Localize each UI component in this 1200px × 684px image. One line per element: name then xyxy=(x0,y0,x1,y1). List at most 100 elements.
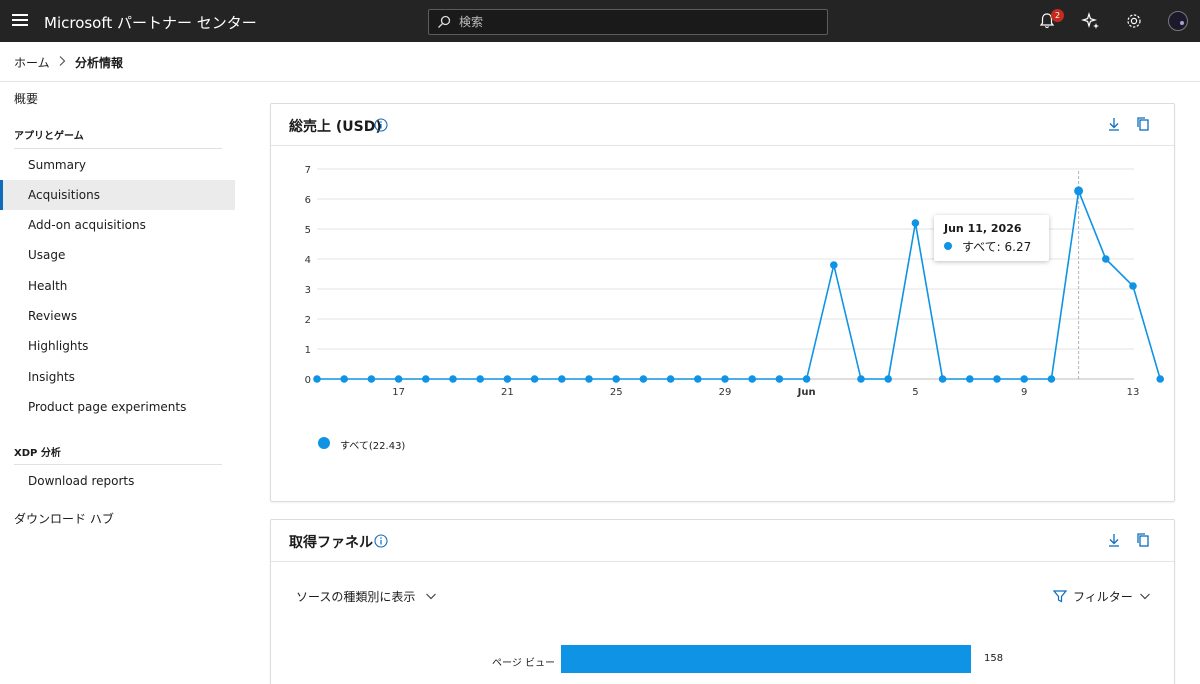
data-point xyxy=(748,375,756,383)
breadcrumb-current: 分析情報 xyxy=(75,56,124,70)
sidebar-item-add-on-acquisitions[interactable]: Add-on acquisitions xyxy=(0,210,235,240)
data-point xyxy=(830,261,838,269)
data-point xyxy=(938,375,947,383)
download-icon[interactable] xyxy=(1106,532,1122,548)
data-point xyxy=(884,375,892,383)
y-tick-label: 6 xyxy=(305,195,311,206)
data-point xyxy=(530,375,539,383)
source-type-label: ソースの種類別に表示 xyxy=(296,590,416,604)
funnel-card-title: 取得ファネル xyxy=(289,535,373,551)
chevron-down-icon xyxy=(426,593,437,600)
breadcrumb-home-link[interactable]: ホーム xyxy=(14,54,50,71)
legend-label: すべて(22.43) xyxy=(340,441,406,452)
funnel-card-header: 取得ファネル xyxy=(271,520,1174,562)
x-tick-label: 17 xyxy=(392,387,405,398)
data-point xyxy=(340,375,348,383)
funnel-card: 取得ファネル ソースの種類別に表示 フィルター ページ ビュー 158 xyxy=(270,519,1175,684)
chevron-down-icon xyxy=(1139,593,1150,600)
sidebar-item-download-reports[interactable]: Download reports xyxy=(0,466,235,496)
app-title[interactable]: Microsoft パートナー センター xyxy=(44,12,257,33)
data-point xyxy=(694,375,702,383)
sidebar: 概要 アプリとゲーム Summary Acquisitions Add-on a… xyxy=(0,82,240,684)
data-point xyxy=(966,375,974,383)
data-point xyxy=(422,375,430,383)
data-point xyxy=(1020,375,1028,383)
sidebar-group-apps: アプリとゲーム xyxy=(14,131,84,142)
data-point xyxy=(1129,282,1137,290)
x-tick-label: 13 xyxy=(1127,387,1140,398)
search-box[interactable] xyxy=(428,9,828,35)
divider xyxy=(14,464,222,465)
y-tick-label: 3 xyxy=(305,285,311,296)
data-point xyxy=(639,375,648,383)
sidebar-item-acquisitions[interactable]: Acquisitions xyxy=(0,180,235,210)
hamburger-menu-icon[interactable] xyxy=(12,14,28,28)
tooltip-series-dot xyxy=(944,242,952,250)
revenue-card-title: 総売上 (USD) xyxy=(289,119,382,135)
y-tick-label: 2 xyxy=(305,315,311,326)
info-icon[interactable] xyxy=(374,118,388,132)
data-point xyxy=(585,375,593,383)
tooltip-date: Jun 11, 2026 xyxy=(944,222,1022,235)
sidebar-item-overview[interactable]: 概要 xyxy=(14,90,38,107)
sidebar-item-highlights[interactable]: Highlights xyxy=(0,331,235,361)
data-point xyxy=(313,375,321,383)
funnel-bar-page-views xyxy=(561,645,971,673)
data-point xyxy=(476,375,484,383)
data-point xyxy=(1102,255,1110,263)
funnel-row-label: ページ ビュー xyxy=(492,658,555,669)
data-point xyxy=(666,375,675,383)
sidebar-item-reviews[interactable]: Reviews xyxy=(0,301,235,331)
x-tick-label: 21 xyxy=(501,387,514,398)
sidebar-item-health[interactable]: Health xyxy=(0,271,235,301)
x-tick-label: 9 xyxy=(1021,387,1027,398)
copilot-sparkle-icon[interactable] xyxy=(1081,11,1101,31)
sidebar-item-insights[interactable]: Insights xyxy=(0,362,235,392)
data-point xyxy=(802,375,811,383)
gear-icon[interactable] xyxy=(1124,11,1144,31)
avatar[interactable] xyxy=(1168,11,1188,31)
data-point xyxy=(775,375,784,383)
data-point xyxy=(721,375,729,383)
data-point xyxy=(558,375,566,383)
copy-icon[interactable] xyxy=(1135,116,1151,132)
x-tick-label: 29 xyxy=(719,387,732,398)
filter-label: フィルター xyxy=(1073,590,1133,604)
y-tick-label: 0 xyxy=(305,375,311,386)
y-tick-label: 5 xyxy=(305,225,311,236)
breadcrumb: ホーム 分析情報 xyxy=(0,42,1200,82)
data-point xyxy=(993,375,1001,383)
chart-tooltip: Jun 11, 2026 すべて: 6.27 xyxy=(934,215,1049,261)
data-point xyxy=(1074,186,1084,196)
y-tick-label: 4 xyxy=(305,255,311,266)
download-icon[interactable] xyxy=(1106,116,1122,132)
data-point xyxy=(394,375,403,383)
x-tick-label: 25 xyxy=(610,387,623,398)
data-point xyxy=(1156,375,1164,383)
search-input[interactable] xyxy=(459,15,799,29)
tooltip-value: すべて: 6.27 xyxy=(962,240,1032,254)
revenue-card: 総売上 (USD) 0 1 2 3 4 5 6 7 17 21 25 29 Jun 5 9 13 Jun 11… xyxy=(270,103,1175,502)
sidebar-item-download-hub[interactable]: ダウンロード ハブ xyxy=(14,510,114,527)
filter-icon xyxy=(1052,590,1068,603)
sidebar-group-xdp: XDP 分析 xyxy=(14,448,61,459)
data-point xyxy=(857,375,865,383)
funnel-row-value: 158 xyxy=(984,653,1004,664)
revenue-card-header: 総売上 (USD) xyxy=(271,104,1174,146)
notification-badge: 2 xyxy=(1051,9,1064,22)
sidebar-item-usage[interactable]: Usage xyxy=(0,240,235,270)
data-point xyxy=(612,375,620,383)
search-icon xyxy=(438,15,451,28)
copy-icon[interactable] xyxy=(1135,532,1151,548)
x-tick-label: 5 xyxy=(912,387,918,398)
legend-marker xyxy=(318,437,330,449)
filter-button[interactable]: フィルター xyxy=(1052,588,1151,605)
x-tick-label: Jun xyxy=(797,387,816,398)
data-point xyxy=(449,375,457,383)
sidebar-item-summary[interactable]: Summary xyxy=(0,150,235,180)
data-point xyxy=(367,375,376,383)
source-type-select[interactable]: ソースの種類別に表示 xyxy=(296,588,437,605)
sidebar-item-product-page-experiments[interactable]: Product page experiments xyxy=(0,392,235,422)
data-point xyxy=(911,219,920,227)
info-icon[interactable] xyxy=(374,534,388,548)
